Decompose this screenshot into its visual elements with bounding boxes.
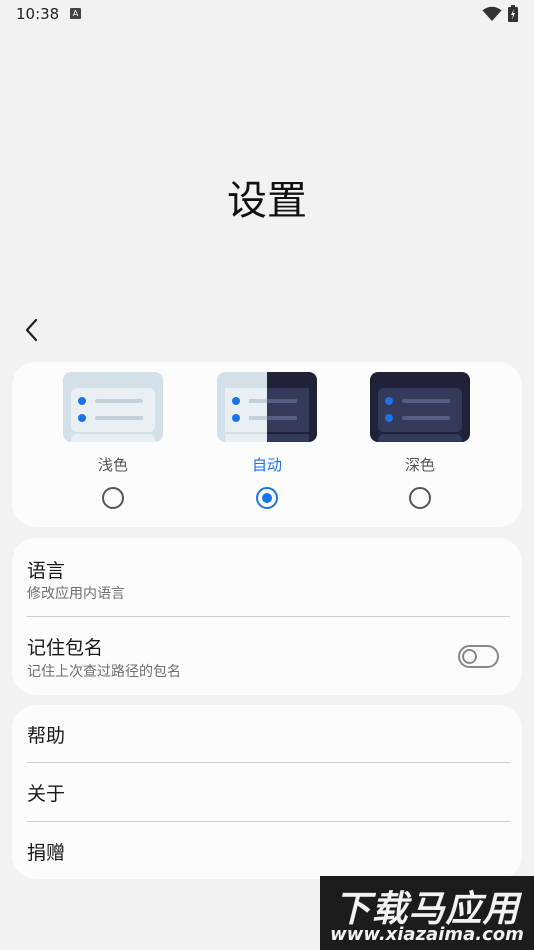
radio-auto[interactable] [256, 487, 278, 509]
status-bar: 10:38 A [0, 0, 534, 28]
remember-package-toggle[interactable] [458, 645, 499, 668]
language-subtitle: 修改应用内语言 [27, 586, 125, 602]
watermark-url: www.xiazaima.com [330, 924, 524, 945]
radio-dark[interactable] [409, 487, 431, 509]
wifi-icon [482, 6, 502, 26]
back-button[interactable] [16, 314, 48, 346]
theme-option-light[interactable]: 浅色 [63, 372, 163, 522]
page-title: 设置 [227, 178, 307, 224]
auto-theme-preview [217, 372, 317, 442]
theme-option-auto[interactable]: 自动 [217, 372, 317, 522]
remember-package-title: 记住包名 [27, 637, 104, 659]
battery-icon [508, 5, 518, 26]
status-time: 10:38 [16, 5, 60, 23]
light-theme-preview [63, 372, 163, 442]
toggle-knob [462, 649, 477, 664]
about-label: 关于 [27, 783, 66, 805]
help-label: 帮助 [27, 725, 66, 747]
about-row[interactable]: 关于 [12, 763, 522, 821]
watermark-logo: 下载马应用 www.xiazaima.com [320, 876, 534, 950]
settings-card: 语言 修改应用内语言 记住包名 记住上次查过路径的包名 [12, 538, 522, 695]
theme-selector-card: 浅色 自动 深色 [12, 362, 522, 527]
remember-package-subtitle: 记住上次查过路径的包名 [27, 664, 181, 680]
remember-package-row[interactable]: 记住包名 记住上次查过路径的包名 [12, 617, 522, 695]
donate-label: 捐赠 [27, 842, 66, 864]
misc-card: 帮助 关于 捐赠 [12, 705, 522, 879]
theme-label-auto: 自动 [251, 456, 282, 474]
theme-option-dark[interactable]: 深色 [370, 372, 470, 522]
theme-label-dark: 深色 [404, 456, 435, 474]
notification-icon: A [70, 8, 81, 19]
help-row[interactable]: 帮助 [12, 705, 522, 762]
language-title: 语言 [27, 560, 66, 582]
theme-label-light: 浅色 [97, 456, 128, 474]
radio-light[interactable] [102, 487, 124, 509]
donate-row[interactable]: 捐赠 [12, 822, 522, 879]
language-row[interactable]: 语言 修改应用内语言 [12, 538, 522, 616]
dark-theme-preview [370, 372, 470, 442]
chevron-left-icon [25, 318, 38, 342]
